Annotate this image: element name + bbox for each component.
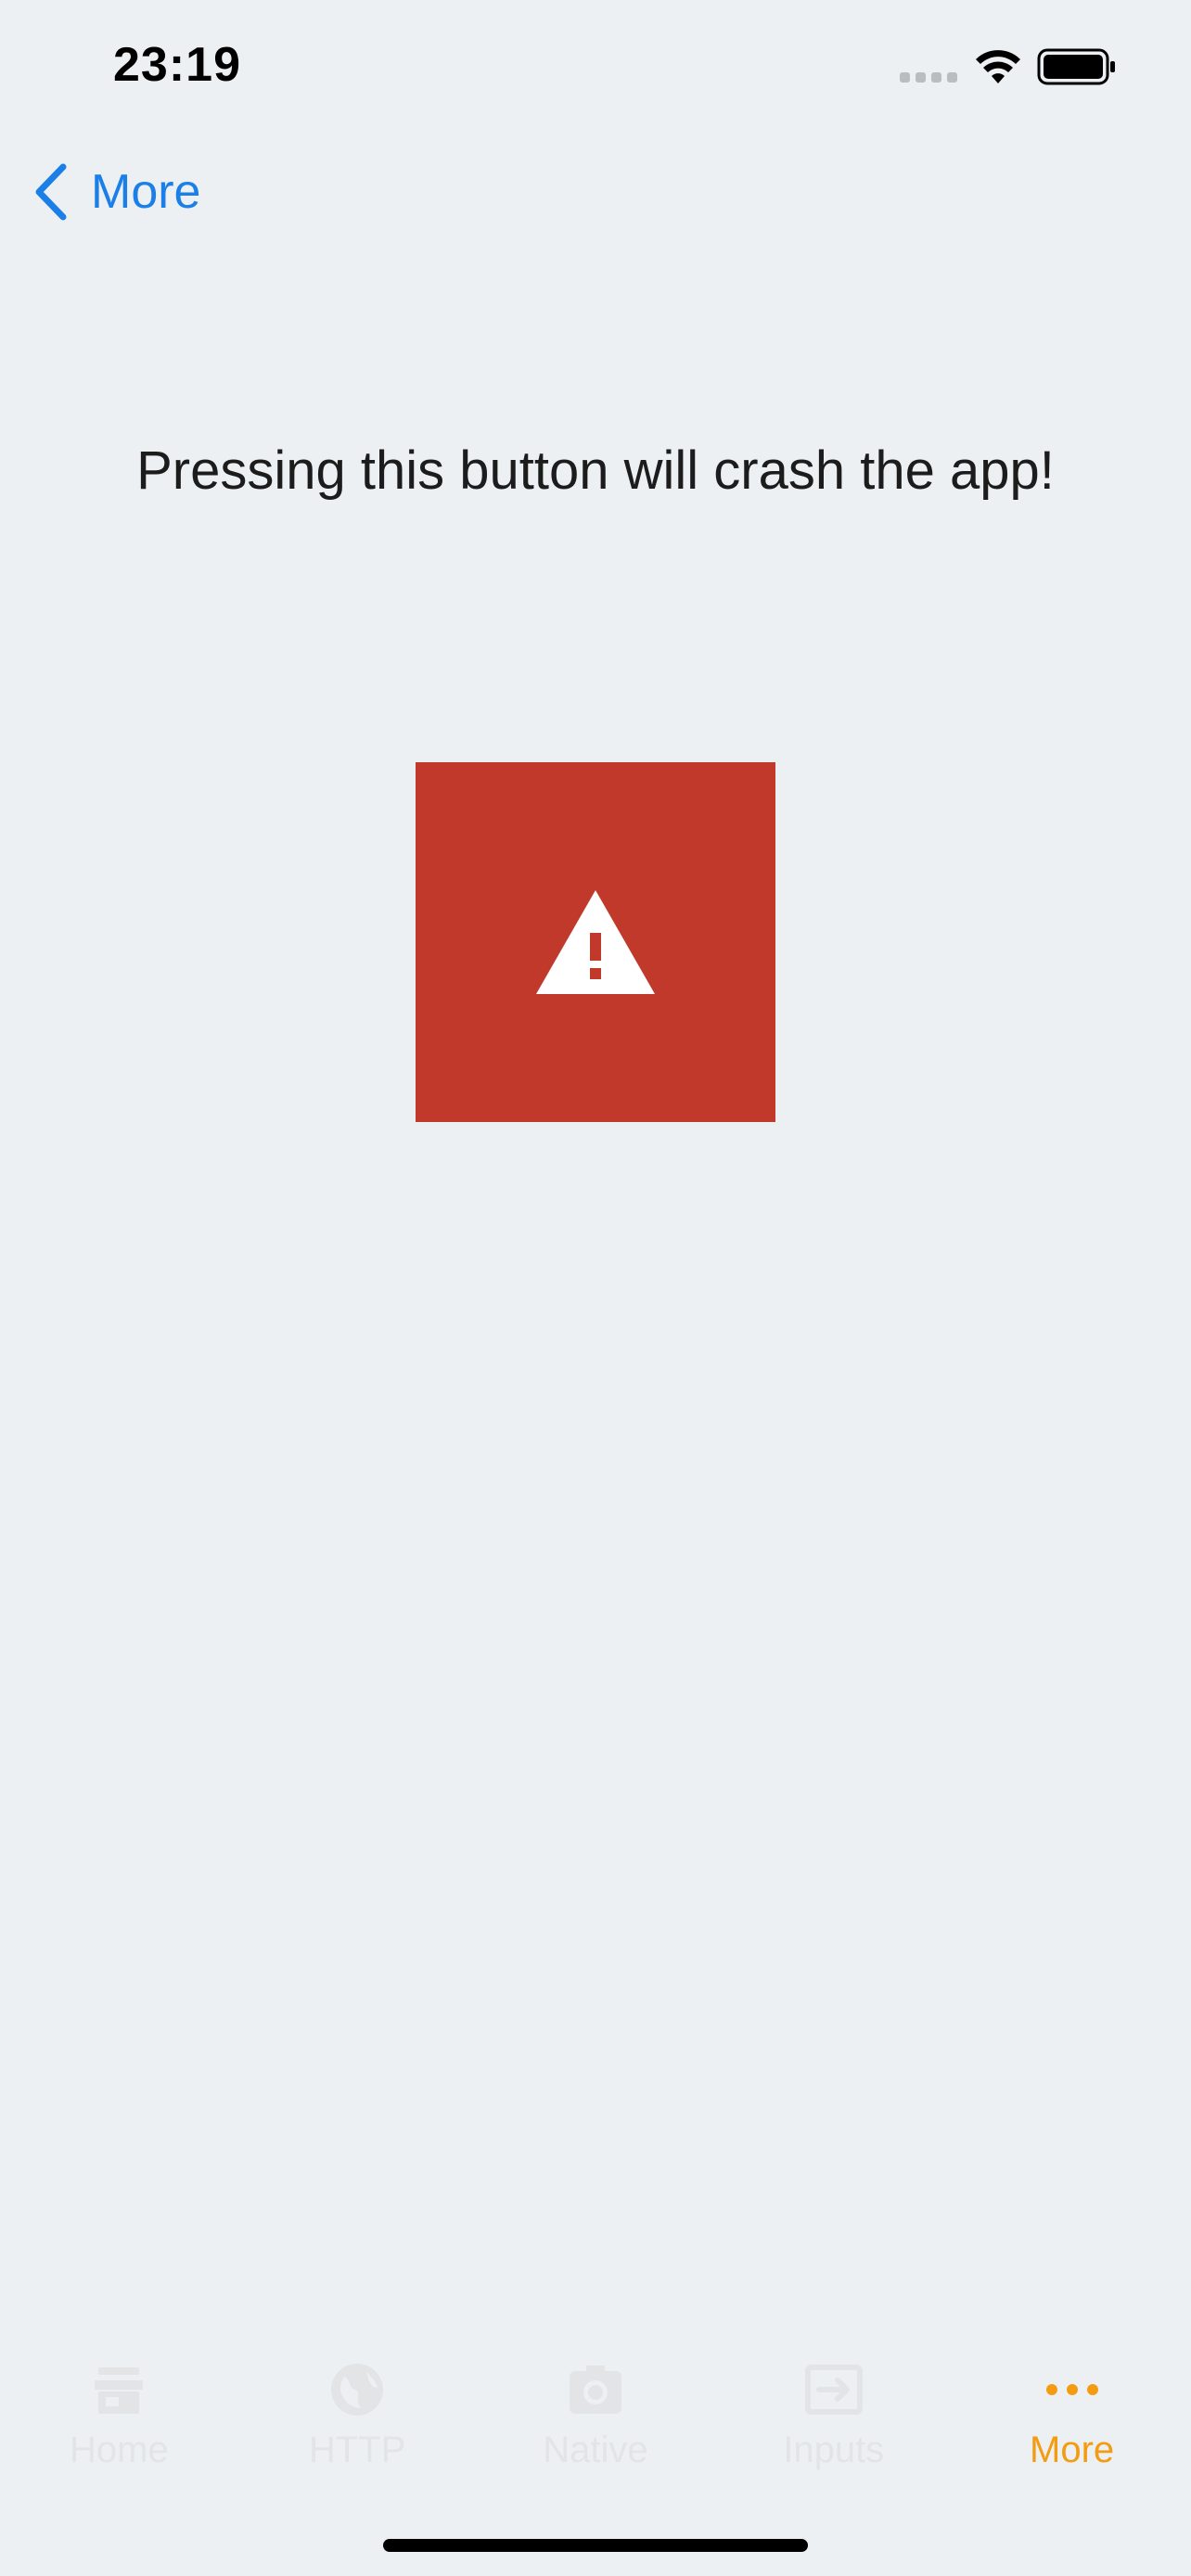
back-button[interactable]: More [33, 159, 200, 224]
home-indicator[interactable] [383, 2539, 808, 2552]
crash-warning-message: Pressing this button will crash the app! [136, 440, 1055, 501]
tab-label: More [1030, 2429, 1115, 2470]
store-icon [86, 2357, 151, 2422]
tab-home[interactable]: Home [0, 2337, 238, 2504]
tab-inputs[interactable]: Inputs [714, 2337, 953, 2504]
tab-more[interactable]: More [953, 2337, 1191, 2504]
tab-label: HTTP [308, 2429, 406, 2470]
battery-icon [1037, 48, 1115, 85]
cellular-signal-icon [900, 72, 957, 83]
input-icon [801, 2357, 866, 2422]
crash-button[interactable] [416, 762, 775, 1122]
chevron-left-icon [35, 163, 67, 221]
tab-http[interactable]: HTTP [238, 2337, 477, 2504]
tab-label: Home [70, 2429, 169, 2470]
tab-native[interactable]: Native [477, 2337, 715, 2504]
wifi-icon [976, 50, 1020, 83]
globe-icon [325, 2357, 390, 2422]
status-time: 23:19 [113, 38, 241, 92]
status-bar: 23:19 [0, 0, 1191, 139]
tab-bar: Home HTTP Native Inputs More [0, 2337, 1191, 2504]
tab-label: Inputs [783, 2429, 885, 2470]
camera-icon [563, 2357, 628, 2422]
back-button-label: More [91, 165, 201, 219]
warning-icon [536, 890, 655, 994]
tab-label: Native [543, 2429, 648, 2470]
more-icon [1040, 2357, 1105, 2422]
